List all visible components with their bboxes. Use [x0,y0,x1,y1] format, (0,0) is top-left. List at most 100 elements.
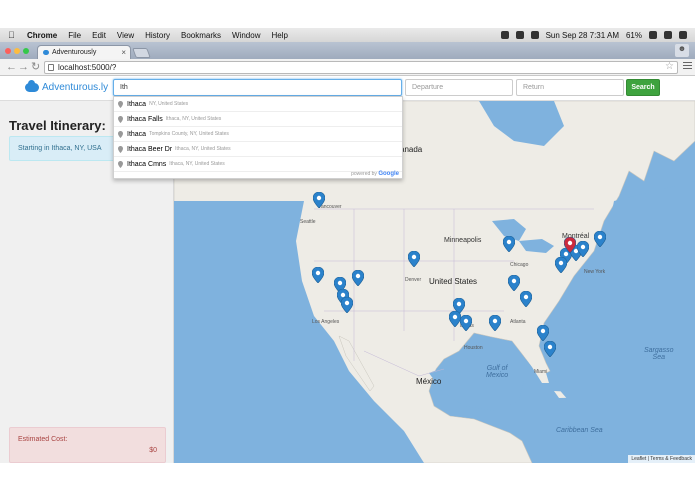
menubar-app-name[interactable]: Chrome [27,31,57,40]
autocomplete-secondary-text: Ithaca, NY, United States [165,116,222,122]
google-logo: Google [378,171,399,177]
autocomplete-main-text: Ithaca [127,130,147,138]
close-window-button[interactable] [5,48,11,54]
volume-icon[interactable] [515,31,524,39]
cloud-icon [43,50,49,55]
destination-marker-icon[interactable] [593,230,607,248]
menu-help[interactable]: Help [271,31,287,40]
map-label-seattle: Seattle [300,219,316,225]
map-label-caribbean: Caribbean Sea [556,427,603,434]
profile-icon[interactable]: ☻ [675,44,689,57]
autocomplete-secondary-text: Ithaca, NY, United States [169,161,225,167]
url-text: localhost:5000/? [58,63,117,72]
map-label-houston: Houston [464,345,483,351]
powered-by-text: powered by [351,171,377,177]
hamburger-menu-icon[interactable] [683,62,692,71]
browser-toolbar: ← → ↻ localhost:5000/? ☆ [0,59,695,76]
destination-marker-icon[interactable] [576,240,590,258]
menu-history[interactable]: History [145,31,170,40]
window-controls [5,48,29,54]
map-label-atlanta: Atlanta [510,319,526,325]
destination-marker-icon[interactable] [351,269,365,287]
autocomplete-item[interactable]: Ithaca Cmns Ithaca, NY, United States [114,157,402,172]
spotlight-icon[interactable] [664,31,672,39]
map-label-denver: Denver [405,277,422,283]
apple-icon[interactable]:  [8,30,17,40]
map-attribution[interactable]: Leaflet | Terms & Feedback [628,455,695,463]
destination-search-input[interactable]: Ith [113,79,402,96]
autocomplete-item[interactable]: Ithaca Tompkins County, NY, United State… [114,127,402,142]
notification-icon[interactable] [500,31,509,39]
menubar-tray: Sun Sep 28 7:31 AM 61% [500,28,687,42]
map-label-new-york: New York [584,269,606,275]
map-label-minneapolis: Minneapolis [444,237,482,244]
destination-marker-icon[interactable] [519,290,533,308]
destination-marker-icon[interactable] [459,314,473,332]
autocomplete-main-text: Ithaca Cmns [127,160,167,168]
menu-bookmarks[interactable]: Bookmarks [181,31,221,40]
cost-value: $0 [149,447,157,454]
destination-marker-icon[interactable] [311,266,325,284]
map-label-chicago: Chicago [510,262,529,268]
destination-marker-icon[interactable] [340,296,354,314]
map-pin-icon [118,130,123,138]
minimize-window-button[interactable] [14,48,20,54]
map-label-miami: Miami [534,369,548,375]
menu-view[interactable]: View [117,31,134,40]
map-label-sargasso: Sargasso Sea [644,347,674,361]
close-tab-icon[interactable]: × [121,48,126,57]
menu-window[interactable]: Window [232,31,260,40]
autocomplete-item[interactable]: Ithaca NY, United States [114,97,402,112]
autocomplete-main-text: Ithaca Beer Dr [127,145,173,153]
search-button[interactable]: Search [626,79,660,96]
destination-marker-icon[interactable] [407,250,421,268]
back-icon[interactable]: ← [6,60,17,74]
map-label-usa: United States [429,277,478,286]
autocomplete-main-text: Ithaca Falls [127,115,163,123]
map-pin-icon [118,160,123,168]
destination-marker-icon[interactable] [554,256,568,274]
macos-menubar:  Chrome File Edit View History Bookmark… [0,28,695,42]
browser-tab[interactable]: Adventurously × [37,45,131,59]
origin-marker-icon[interactable] [563,236,577,254]
autocomplete-secondary-text: Ithaca, NY, United States [175,146,231,152]
map-label-mexico: México [416,377,442,386]
bookmark-star-icon[interactable]: ☆ [665,61,674,72]
zoom-window-button[interactable] [23,48,29,54]
battery-percent[interactable]: 61% [626,31,642,40]
destination-marker-icon[interactable] [507,274,521,292]
autocomplete-dropdown: Ithaca NY, United States Ithaca Falls It… [113,96,403,179]
departure-date-input[interactable]: Departure [405,79,513,96]
address-bar[interactable]: localhost:5000/? ☆ [44,61,678,74]
reload-icon[interactable]: ↻ [31,60,40,74]
window-bottom [0,463,695,494]
destination-marker-icon[interactable] [502,235,516,253]
notification-center-icon[interactable] [679,31,687,39]
new-tab-button[interactable] [132,48,151,58]
tab-title: Adventurously [52,49,97,56]
brand-logo[interactable]: Adventurous.ly [25,80,108,93]
destination-marker-icon[interactable] [536,324,550,342]
clock[interactable]: Sun Sep 28 7:31 AM [546,31,619,40]
cost-label: Estimated Cost: [18,436,68,443]
battery-icon[interactable] [649,31,657,39]
autocomplete-item[interactable]: Ithaca Beer Dr Ithaca, NY, United States [114,142,402,157]
forward-icon[interactable]: → [18,60,29,74]
destination-marker-icon[interactable] [543,340,557,358]
destination-marker-icon[interactable] [488,314,502,332]
page-icon [48,64,54,71]
map-label-los-angeles: Los Angeles [312,319,340,325]
map-label-gulf: Gulf of Mexico [486,365,509,379]
autocomplete-secondary-text: Tompkins County, NY, United States [149,131,229,137]
powered-by-google: powered by Google [351,171,399,177]
wifi-icon[interactable] [530,31,539,39]
estimated-cost-panel: Estimated Cost: $0 [9,427,166,463]
menu-file[interactable]: File [68,31,81,40]
menu-edit[interactable]: Edit [92,31,106,40]
map-label-canada: anada [400,145,423,154]
return-date-input[interactable]: Return [516,79,624,96]
map-pin-icon [118,100,123,108]
autocomplete-item[interactable]: Ithaca Falls Ithaca, NY, United States [114,112,402,127]
map-pin-icon [118,115,123,123]
destination-marker-icon[interactable] [312,191,326,209]
